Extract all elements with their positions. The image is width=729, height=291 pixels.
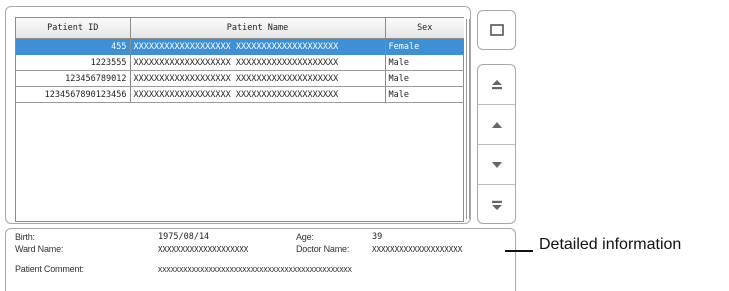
scroll-to-top-button[interactable] <box>478 65 515 105</box>
patient-name-cell: XXXXXXXXXXXXXXXXXXX XXXXXXXXXXXXXXXXXXXX <box>130 54 386 71</box>
callout-label: Detailed information <box>539 236 682 253</box>
scroll-down-button[interactable] <box>478 145 515 185</box>
age-value: 39 <box>372 232 383 242</box>
doctor-name-value: XXXXXXXXXXXXXXXXXXXX <box>372 245 463 254</box>
scroll-down-icon <box>491 161 502 168</box>
birth-value: 1975/08/14 <box>158 232 210 242</box>
scroll-to-bottom-button[interactable] <box>478 185 515 223</box>
scroll-up-button[interactable] <box>478 105 515 145</box>
table-row[interactable]: 1223555 XXXXXXXXXXXXXXXXXXX XXXXXXXXXXXXX… <box>16 54 464 71</box>
patient-name-cell: XXXXXXXXXXXXXXXXXXX XXXXXXXXXXXXXXXXXXXX <box>130 38 386 55</box>
patient-table-container: Patient ID Patient Name Sex 455 XXXXXXXXX… <box>15 17 464 222</box>
table-header-row: Patient ID Patient Name Sex <box>16 18 464 39</box>
sex-cell: Female <box>385 38 464 55</box>
patient-comment-value: XXXXXXXXXXXXXXXXXXXXXXXXXXXXXXXXXXXXXXXX… <box>158 266 352 274</box>
sex-cell: Male <box>385 70 464 87</box>
scroll-button-group <box>477 64 516 224</box>
scroll-top-icon <box>491 79 502 89</box>
square-icon <box>489 24 504 36</box>
age-label: Age: <box>296 232 314 242</box>
patient-id-cell: 455 <box>16 38 131 55</box>
table-row[interactable]: 455 XXXXXXXXXXXXXXXXXXX XXXXXXXXXXXXXXXXX… <box>16 38 464 55</box>
patient-id-cell: 1223555 <box>16 54 131 71</box>
callout-line <box>505 250 533 252</box>
patient-comment-label: Patient Comment: <box>15 264 84 274</box>
patient-name-cell: XXXXXXXXXXXXXXXXXXX XXXXXXXXXXXXXXXXXXXX <box>130 70 386 87</box>
ward-name-value: XXXXXXXXXXXXXXXXXXXX <box>158 245 249 254</box>
scroll-bottom-icon <box>491 200 502 210</box>
detail-view-button[interactable] <box>477 10 516 50</box>
doctor-name-label: Doctor Name: <box>296 244 350 254</box>
sex-cell: Male <box>385 54 464 71</box>
column-header-patient-name[interactable]: Patient Name <box>130 18 386 39</box>
column-header-patient-id[interactable]: Patient ID <box>16 18 131 39</box>
sex-cell: Male <box>385 86 464 103</box>
table-row[interactable]: 1234567890123456 XXXXXXXXXXXXXXXXXXX XXXX… <box>16 86 464 103</box>
table-row[interactable]: 123456789012 XXXXXXXXXXXXXXXXXXX XXXXXXXX… <box>16 70 464 87</box>
patient-id-cell: 1234567890123456 <box>16 86 131 103</box>
patient-name-cell: XXXXXXXXXXXXXXXXXXX XXXXXXXXXXXXXXXXXXXX <box>130 86 386 103</box>
patient-table: Patient ID Patient Name Sex 455 XXXXXXXXX… <box>16 18 464 103</box>
ward-name-label: Ward Name: <box>15 244 64 254</box>
patient-detail-box: Birth: 1975/08/14 Age: 39 Ward Name: XXX… <box>5 228 516 291</box>
column-header-sex[interactable]: Sex <box>385 18 464 39</box>
scroll-up-icon <box>491 121 502 128</box>
vertical-scrollbar[interactable] <box>466 19 470 219</box>
birth-label: Birth: <box>15 232 35 242</box>
patient-id-cell: 123456789012 <box>16 70 131 87</box>
patient-list-panel: Patient ID Patient Name Sex 455 XXXXXXXXX… <box>5 6 471 224</box>
